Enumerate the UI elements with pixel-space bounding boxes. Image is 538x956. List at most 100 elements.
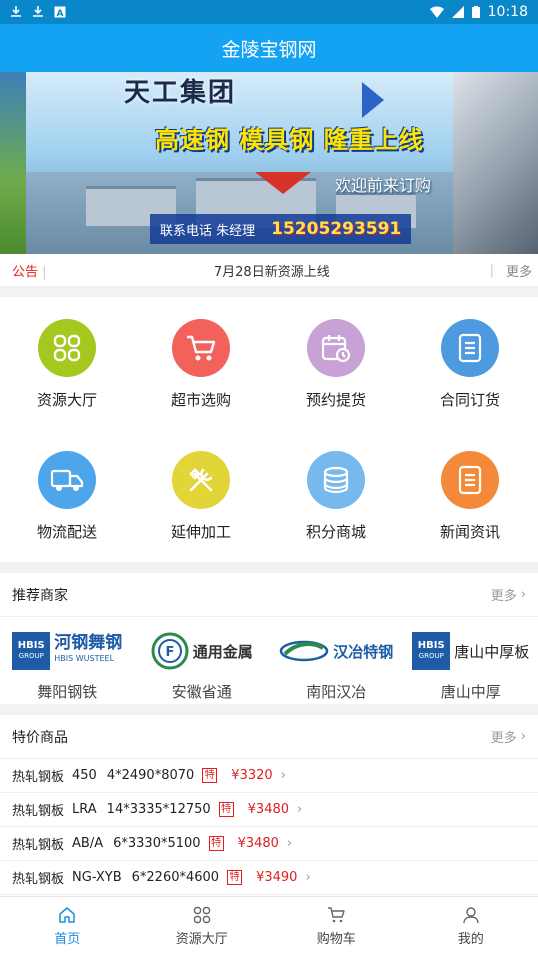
banner-contact-label: 联系电话 朱经理 — [160, 223, 256, 239]
chevron-right-icon: › — [520, 587, 526, 602]
banner-arrow-right — [362, 82, 384, 118]
banner-arrow-down — [255, 172, 311, 194]
menu-item-contract[interactable]: 合同订货 — [403, 297, 537, 417]
product-row[interactable]: 热轧钢板 NG-XYB 6*2260*4600 特 ¥3490 › — [0, 861, 538, 895]
battery-icon — [471, 6, 480, 18]
app-title: 金陵宝钢网 — [221, 38, 317, 61]
merchant-card[interactable]: 汉冶特钢 南阳汉冶 — [269, 617, 404, 702]
status-bar: A 10:18 — [0, 0, 538, 24]
product-price: ¥3490 — [256, 870, 298, 885]
product-row[interactable]: 热轧钢板 AB/A 6*3330*5100 特 ¥3480 › — [0, 827, 538, 861]
section-title: 特价商品 — [12, 729, 68, 746]
menu-item-label: 超市选购 — [170, 391, 231, 409]
banner-welcome: 欢迎前来订购 — [335, 176, 432, 195]
hbis-logo-icon: HBIS GROUP — [412, 632, 451, 670]
bottom-tab-bar: 首页 资源大厅 购物车 我的 — [0, 896, 538, 956]
tools-icon — [172, 451, 230, 509]
banner-headline: 高速钢 模具钢 隆重上线 — [155, 126, 424, 154]
banner-side-image — [0, 72, 26, 254]
merchant-card[interactable]: HBIS GROUP 唐山中厚板 唐山中厚 — [404, 617, 538, 702]
special-badge: 特 — [208, 836, 224, 851]
cart-icon — [172, 319, 230, 377]
chevron-right-icon: › — [297, 802, 303, 817]
banner-contact: 联系电话 朱经理 15205293591 — [150, 214, 412, 244]
home-icon — [59, 907, 75, 923]
feature-menu: 资源大厅 超市选购 预约提货 合同订货 物流配送 延伸加工 积分商城 新闻资讯 — [0, 297, 538, 562]
section-header: 特价商品 更多 › — [0, 715, 538, 759]
notification-a-icon: A — [54, 6, 66, 18]
deals-more-link[interactable]: 更多 › — [491, 727, 526, 746]
product-row[interactable]: 热轧钢板 450 4*2490*8070 特 ¥3320 › — [0, 759, 538, 793]
merchant-logo: 汉冶特钢 — [279, 627, 393, 675]
merchant-name: 舞阳钢铁 — [37, 683, 98, 701]
tab-home[interactable]: 首页 — [0, 897, 135, 956]
recommended-merchants: 推荐商家 更多 › HBIS GROUP 河钢舞钢 HBIS WUSTEEL 舞阳钢… — [0, 573, 538, 704]
chevron-right-icon: › — [520, 729, 526, 744]
menu-item-label: 延伸加工 — [170, 523, 231, 541]
merchant-logo: F 通用金属 — [151, 627, 253, 675]
tab-label: 我的 — [457, 932, 484, 947]
special-offers: 特价商品 更多 › 热轧钢板 450 4*2490*8070 特 ¥3320 › 热轧… — [0, 715, 538, 896]
merchant-card[interactable]: F 通用金属 安徽省通 — [135, 617, 270, 702]
special-badge: 特 — [218, 802, 234, 817]
tab-label: 资源大厅 — [175, 932, 228, 947]
app-bar: 金陵宝钢网 — [0, 24, 538, 72]
menu-item-logistics[interactable]: 物流配送 — [0, 429, 134, 549]
menu-item-resource-hall[interactable]: 资源大厅 — [0, 297, 134, 417]
merchant-logo: HBIS GROUP 河钢舞钢 HBIS WUSTEEL — [12, 627, 122, 675]
section-title: 推荐商家 — [12, 587, 68, 604]
download-icon — [11, 6, 21, 17]
banner-building-image — [453, 72, 538, 254]
menu-item-processing[interactable]: 延伸加工 — [134, 429, 268, 549]
tab-cart[interactable]: 购物车 — [269, 897, 404, 956]
menu-item-points-mall[interactable]: 积分商城 — [269, 429, 403, 549]
banner-phone: 15205293591 — [271, 219, 402, 239]
menu-item-label: 积分商城 — [305, 523, 366, 541]
svg-text:F: F — [165, 645, 174, 660]
download-icon — [33, 6, 43, 17]
calendar-clock-icon — [307, 319, 365, 377]
news-icon — [441, 451, 499, 509]
product-row[interactable]: 热轧钢板 LRA 14*3335*12750 特 ¥3480 › — [0, 793, 538, 827]
hbis-logo-icon: HBIS GROUP — [12, 632, 51, 670]
signal-icon — [451, 6, 464, 18]
grid-icon — [38, 319, 96, 377]
menu-item-supermarket[interactable]: 超市选购 — [134, 297, 268, 417]
tab-label: 首页 — [54, 932, 81, 947]
notice-text[interactable]: 7月28日新资源上线 — [54, 261, 490, 280]
menu-item-label: 资源大厅 — [36, 391, 97, 409]
menu-item-news[interactable]: 新闻资讯 — [403, 429, 537, 549]
wifi-icon — [429, 6, 444, 18]
notice-more-link[interactable]: 更多 — [506, 261, 538, 280]
menu-item-label: 预约提货 — [305, 391, 366, 409]
merchant-name: 安徽省通 — [171, 683, 232, 701]
menu-item-label: 新闻资讯 — [439, 523, 500, 541]
tab-resource-hall[interactable]: 资源大厅 — [135, 897, 270, 956]
menu-item-appointment[interactable]: 预约提货 — [269, 297, 403, 417]
merchant-card[interactable]: HBIS GROUP 河钢舞钢 HBIS WUSTEEL 舞阳钢铁 — [0, 617, 135, 702]
document-icon — [441, 319, 499, 377]
svg-text:A: A — [57, 9, 64, 18]
notice-bar[interactable]: 公告 | 7月28日新资源上线 | 更多 — [0, 254, 538, 286]
promo-banner[interactable]: 天工集团 高速钢 模具钢 隆重上线 欢迎前来订购 联系电话 朱经理 152052… — [0, 72, 538, 254]
product-price: ¥3320 — [231, 768, 273, 783]
merchants-more-link[interactable]: 更多 › — [491, 585, 526, 604]
person-icon — [463, 907, 479, 924]
banner-company-name: 天工集团 — [124, 78, 237, 108]
merchant-name: 唐山中厚 — [440, 683, 501, 701]
merchant-name: 南阳汉冶 — [306, 683, 367, 701]
chevron-right-icon: › — [305, 870, 311, 885]
cart-icon — [328, 907, 345, 923]
coins-icon — [307, 451, 365, 509]
product-price: ¥3480 — [237, 836, 279, 851]
status-time: 10:18 — [487, 4, 528, 20]
chevron-right-icon: › — [280, 768, 286, 783]
truck-icon — [38, 451, 96, 509]
notice-tag: 公告 | — [12, 264, 47, 280]
hanye-logo-icon — [279, 640, 329, 662]
menu-item-label: 物流配送 — [36, 523, 97, 541]
tab-label: 购物车 — [316, 932, 356, 947]
tab-profile[interactable]: 我的 — [404, 897, 538, 956]
special-badge: 特 — [227, 870, 243, 885]
product-price: ¥3480 — [247, 802, 290, 817]
